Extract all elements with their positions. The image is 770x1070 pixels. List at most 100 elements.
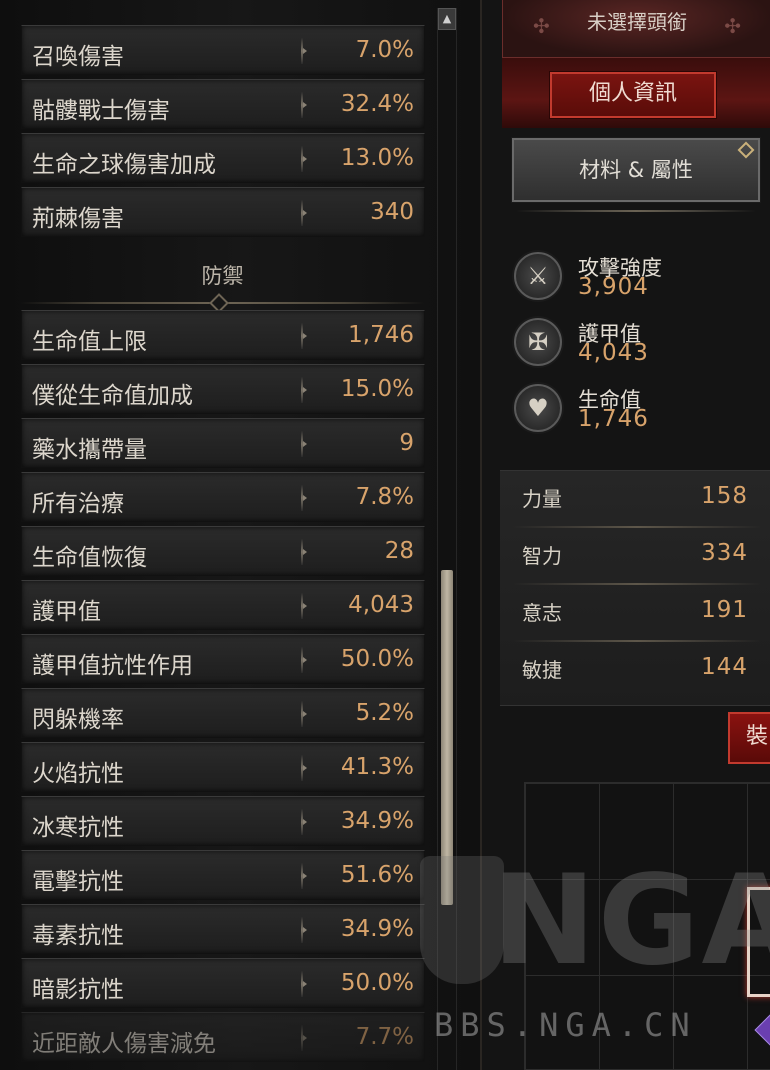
stat-label: 近距敵人傷害減免 [32,1031,216,1057]
stat-row: 生命值恢復 28 [21,526,425,576]
stat-divider [301,593,307,619]
stat-label: 生命之球傷害加成 [32,152,216,178]
stat-row: 冰寒抗性 34.9% [21,796,425,846]
attribute-dexterity: 敏捷 144 [500,642,770,699]
profile-button[interactable]: 個人資訊 [549,71,717,119]
stat-label: 僕從生命值加成 [32,383,193,409]
stat-row: 所有治療 7.8% [21,472,425,522]
stat-divider [301,863,307,889]
stat-label: 護甲值 [32,599,101,625]
inventory-grid[interactable] [524,782,770,1070]
stat-label: 荊棘傷害 [32,206,124,232]
stat-row: 生命值上限 1,746 [21,310,425,360]
core-stat-attack-power: ⚔ 攻擊強度 3,904 [510,248,770,314]
character-panel: ✣ 未選擇頭銜 ✣ 個人資訊 材料 & 屬性 ⚔ 攻擊強度 3,904 ✠ 護甲… [480,0,770,1070]
section-title: 防禦 [201,264,244,288]
core-stat-armor: ✠ 護甲值 4,043 [510,314,770,380]
stat-divider [301,755,307,781]
stat-value: 15.0% [340,376,414,402]
core-stat-value: 3,904 [578,274,649,300]
stat-label: 火焰抗性 [32,761,124,787]
scroll-up-arrow-icon[interactable]: ▲ [438,8,456,30]
materials-stats-button[interactable]: 材料 & 屬性 [511,137,761,203]
stat-row: 護甲值抗性作用 50.0% [21,634,425,684]
stat-value: 7.7% [355,1024,414,1050]
stat-label: 電擊抗性 [32,869,124,895]
stat-row: 毒素抗性 34.9% [21,904,425,954]
stat-divider [301,92,307,118]
stat-value: 50.0% [340,646,414,672]
stat-divider [301,539,307,565]
stat-divider [301,38,307,64]
stat-divider [301,917,307,943]
attribute-label: 敏捷 [522,658,562,682]
stats-panel: 召喚傷害 7.0% 骷髏戰士傷害 32.4% 生命之球傷害加成 13.0% 荊棘… [0,0,480,1070]
scrollbar-thumb[interactable] [441,570,453,905]
stat-row: 護甲值 4,043 [21,580,425,630]
stat-label: 護甲值抗性作用 [32,653,193,679]
stat-value: 32.4% [340,91,414,117]
scrollbar[interactable]: ▲ [437,8,457,1070]
stat-label: 生命值恢復 [32,545,147,571]
crossed-swords-icon: ⚔ [514,252,562,300]
stat-divider [301,200,307,226]
attribute-value: 334 [701,540,748,566]
core-stat-life: ♥ 生命值 1,746 [510,380,770,446]
equipment-tab[interactable]: 裝 [728,712,770,764]
divider [516,210,756,212]
stat-label: 毒素抗性 [32,923,124,949]
stat-row-skeleton-warrior-damage: 骷髏戰士傷害 32.4% [21,79,425,129]
stat-value: 7.0% [355,37,414,63]
attribute-strength: 力量 158 [500,471,770,528]
stat-divider [301,971,307,997]
ornament-right-icon: ✣ [724,14,741,38]
stat-value: 28 [384,538,414,564]
stat-divider [301,809,307,835]
diamond-badge-icon [737,141,755,159]
core-stats: ⚔ 攻擊強度 3,904 ✠ 護甲值 4,043 ♥ 生命值 1,746 [510,248,770,448]
profile-band: 個人資訊 [502,58,770,128]
stat-value: 13.0% [340,145,414,171]
stat-row: 電擊抗性 51.6% [21,850,425,900]
stat-divider [301,1025,307,1051]
attribute-value: 144 [701,654,748,680]
stat-row-thorns-damage: 荊棘傷害 340 [21,187,425,237]
attribute-label: 力量 [522,487,562,511]
shield-icon: ✠ [514,318,562,366]
stat-divider [301,701,307,727]
stat-row: 藥水攜帶量 9 [21,418,425,468]
attribute-value: 158 [701,483,748,509]
stat-row: 暗影抗性 50.0% [21,958,425,1008]
attributes-panel: 力量 158 智力 334 意志 191 敏捷 144 [500,470,770,706]
stat-label: 生命值上限 [32,329,147,355]
stat-divider [301,323,307,349]
stat-divider [301,146,307,172]
stat-value: 340 [370,199,414,225]
stat-row: 近距敵人傷害減免 7.7% [21,1012,425,1062]
stat-label: 冰寒抗性 [32,815,124,841]
stat-label: 所有治療 [32,491,124,517]
section-header-defense: 防禦 [20,250,425,313]
stat-label: 藥水攜帶量 [32,437,147,463]
stat-divider [301,647,307,673]
stat-label: 閃躲機率 [32,707,124,733]
stat-value: 5.2% [355,700,414,726]
core-stat-value: 4,043 [578,340,649,366]
stat-row-life-orb-damage: 生命之球傷害加成 13.0% [21,133,425,183]
inventory-slot-highlight[interactable] [747,887,770,997]
core-stat-value: 1,746 [578,406,649,432]
attribute-value: 191 [701,597,748,623]
stat-divider [301,485,307,511]
stat-value: 7.8% [355,484,414,510]
attribute-intelligence: 智力 334 [500,528,770,585]
attribute-willpower: 意志 191 [500,585,770,642]
gem-icon[interactable] [754,1014,770,1046]
heart-icon: ♥ [514,384,562,432]
stat-value: 1,746 [348,322,414,348]
title-selector[interactable]: ✣ 未選擇頭銜 ✣ [502,0,770,58]
attribute-label: 意志 [522,601,562,625]
stat-divider [301,377,307,403]
stat-label: 暗影抗性 [32,977,124,1003]
stat-value: 50.0% [340,970,414,996]
stat-value: 34.9% [340,808,414,834]
